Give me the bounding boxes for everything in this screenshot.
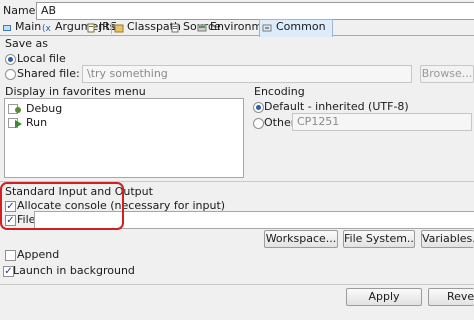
source-tab-icon — [171, 23, 179, 33]
append-checkbox[interactable] — [5, 250, 16, 261]
tab-common[interactable]: Common — [259, 19, 333, 37]
shared-file-radio[interactable] — [5, 69, 16, 80]
favorites-item-label: Debug — [26, 102, 63, 115]
tab-common-label: Common — [276, 20, 326, 33]
browse-button[interactable]: Browse... — [420, 65, 474, 83]
local-file-radio[interactable] — [5, 54, 16, 65]
revert-button[interactable]: Revert — [428, 288, 474, 306]
run-icon — [15, 120, 22, 128]
encoding-other-radio[interactable] — [253, 118, 264, 129]
launch-background-label: Launch in background — [13, 264, 135, 277]
favorites-item-run[interactable]: Run — [8, 116, 47, 130]
favorites-list: Debug Run — [4, 98, 244, 178]
tab-main[interactable]: Main — [0, 20, 41, 36]
favorites-item-label: Run — [26, 116, 48, 129]
file-system-button[interactable]: File System... — [343, 230, 415, 248]
name-label: Name: — [3, 4, 40, 17]
footer-divider — [0, 284, 474, 285]
tab-main-label: Main — [15, 20, 42, 33]
highlight-annotation — [0, 182, 124, 230]
svg-text:(x: (x — [42, 24, 52, 33]
append-label: Append — [17, 248, 60, 261]
encoding-default-radio[interactable] — [253, 102, 264, 113]
favorites-item-debug[interactable]: Debug — [8, 102, 62, 116]
encoding-other-input[interactable]: CP1251 — [292, 113, 472, 131]
workspace-button[interactable]: Workspace... — [264, 230, 338, 248]
shared-file-input[interactable]: \try something — [82, 65, 412, 83]
apply-button[interactable]: Apply — [346, 288, 422, 306]
common-tab-icon — [262, 24, 272, 32]
save-as-label: Save as — [5, 37, 48, 50]
environment-tab-icon — [197, 24, 207, 32]
classpath-tab-icon — [114, 24, 124, 33]
name-input[interactable]: AB — [36, 2, 474, 20]
encoding-default-label: Default - inherited (UTF-8) — [264, 100, 409, 113]
variables-button[interactable]: Variables... — [421, 230, 474, 248]
local-file-label: Local file — [17, 52, 66, 65]
shared-file-label: Shared file: — [17, 67, 80, 80]
encoding-other-label: Other — [264, 116, 296, 129]
jre-tab-icon — [87, 23, 95, 33]
arguments-tab-icon: (x — [42, 24, 52, 33]
encoding-label: Encoding — [254, 85, 305, 98]
debug-icon — [15, 107, 21, 113]
favorites-label: Display in favorites menu — [5, 85, 146, 98]
main-tab-icon — [3, 25, 11, 31]
